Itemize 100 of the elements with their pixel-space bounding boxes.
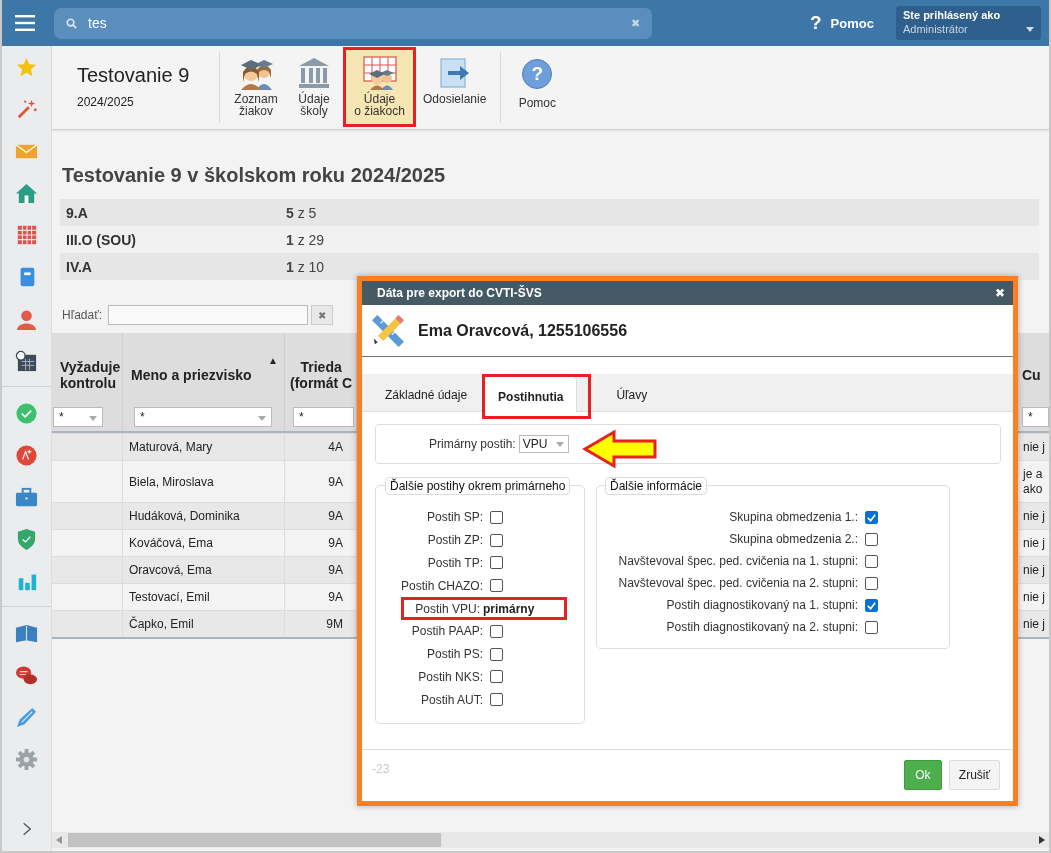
search-field[interactable] (108, 305, 308, 325)
table-cell: 9A (328, 536, 343, 551)
column-header[interactable]: Cu (1022, 367, 1041, 383)
briefcase-icon[interactable] (15, 485, 38, 509)
table-cell: 4A (328, 440, 343, 455)
magic-wand-icon[interactable] (15, 98, 38, 120)
checkbox[interactable] (490, 670, 503, 684)
table-cell: nie j (1023, 563, 1045, 578)
calendar-icon[interactable] (15, 349, 38, 373)
table-cell: je a ako (1023, 467, 1043, 497)
menu-icon[interactable] (15, 15, 35, 31)
filter-dropdown[interactable]: * (293, 407, 354, 427)
search-icon (66, 17, 77, 29)
chevron-icon[interactable] (21, 822, 32, 836)
field-label: Postih PS: (425, 647, 483, 662)
class-count: 1 z 10 (286, 258, 326, 275)
tab[interactable]: Úľavy (606, 377, 658, 408)
field-value: primárny (483, 601, 535, 616)
clear-button[interactable]: ✖ (311, 305, 333, 325)
table-cell: 9A (328, 509, 343, 524)
caret-icon (555, 441, 564, 447)
checkbox[interactable] (490, 556, 503, 570)
column-header[interactable]: Vyžaduje kontrolu (60, 359, 121, 391)
star-icon[interactable] (15, 55, 38, 79)
table-cell: nie j (1023, 590, 1045, 605)
field-label: Navštevoval špec. ped. cvičenia na 1. stupni: (617, 554, 858, 568)
sort-indicator[interactable]: ▲ (268, 355, 278, 366)
home-icon[interactable] (15, 181, 38, 205)
search-label: Hľadať: (62, 308, 104, 322)
class-name: 9.A (65, 204, 89, 221)
checkbox[interactable] (865, 532, 878, 546)
dialog-title: Dáta pre export do CVTI-ŠVS (377, 286, 542, 300)
arrow-right-icon[interactable] (1039, 836, 1045, 844)
help-icon: ? (522, 59, 553, 89)
section-heading: Testovanie 9 v školskom roku 2024/2025 (62, 163, 447, 187)
table-cell: nie j (1023, 509, 1045, 524)
grid-icon[interactable] (15, 224, 38, 246)
class-count: 5 z 5 (286, 204, 318, 221)
filter-dropdown[interactable]: * (134, 407, 272, 427)
checkbox[interactable] (490, 624, 503, 638)
field-label: Navštevoval špec. ped. cvičenia na 2. stupni: (617, 576, 858, 590)
column-header[interactable]: Meno a priezvisko (131, 367, 252, 383)
table-cell: 9M (326, 617, 343, 632)
dialog-heading: Ema Oravcová, 1255106556 (418, 321, 628, 340)
field-label: Postih VPU: (414, 601, 480, 616)
group-legend: Ďalšie postihy okrem primárneho (385, 477, 571, 495)
class-name: III.O (SOU) (65, 231, 137, 248)
close-button[interactable]: ✖ (995, 286, 1005, 300)
toolbar-button[interactable]: Údaje o žiakoch (346, 50, 413, 124)
table-cell: Maturová, Mary (129, 440, 213, 455)
table-cell: Hudáková, Dominika (129, 509, 240, 524)
table-cell: Oravcová, Ema (129, 563, 212, 578)
field-label: Primárny postih: (429, 437, 516, 451)
toolbar-button[interactable]: Údaje školy (288, 50, 340, 124)
checkbox[interactable] (865, 510, 878, 524)
field-label: Skupina obmedzenia 2.: (728, 532, 858, 546)
field-label: Postih diagnostikovaný na 1. stupni: (665, 598, 858, 612)
check-circle-icon[interactable] (15, 401, 38, 425)
column-header[interactable]: Trieda (formát C (290, 359, 353, 391)
table-cell: Čapko, Emil (129, 617, 194, 632)
checkbox[interactable] (490, 510, 503, 524)
dropdown[interactable]: VPU (518, 435, 569, 453)
checkbox[interactable] (490, 693, 503, 707)
table-cell: 9A (328, 474, 343, 490)
horizontal-scrollbar[interactable] (52, 832, 1049, 848)
checkbox[interactable] (490, 533, 503, 547)
caret-icon (258, 416, 266, 421)
plus-circle-icon[interactable] (15, 443, 38, 467)
shield-icon[interactable] (15, 527, 38, 551)
checkbox[interactable] (490, 579, 503, 593)
field-label: Postih SP: (425, 510, 483, 525)
field-label: Postih ZP: (426, 533, 483, 548)
user-menu[interactable]: Ste prihlásený ako Administrátor (895, 6, 1041, 40)
checkbox[interactable] (865, 554, 878, 568)
filter-dropdown[interactable]: * (1022, 407, 1049, 427)
filter-dropdown[interactable]: * (53, 407, 103, 427)
table-cell: Testovací, Emil (129, 590, 210, 605)
person-icon[interactable] (15, 307, 38, 331)
class-name: IV.A (65, 258, 93, 275)
cancel-button[interactable]: Zrušiť (948, 760, 1000, 790)
tab[interactable]: Postihnutia (485, 377, 577, 412)
checkbox[interactable] (865, 620, 878, 634)
tab[interactable]: Základné údaje (375, 377, 478, 408)
field-label: Skupina obmedzenia 1.: (728, 510, 858, 524)
checkbox[interactable] (865, 576, 878, 590)
help-button[interactable]: ? Pomoc (810, 12, 874, 34)
checkbox[interactable] (490, 647, 503, 661)
pen-icon[interactable] (15, 705, 38, 729)
group-legend: Ďalšie informácie (605, 477, 708, 495)
toolbar-button[interactable]: Zoznam žiakov (230, 50, 282, 124)
table-cell: 9A (328, 590, 343, 605)
table-cell: nie j (1023, 536, 1045, 551)
toolbar-button[interactable]: Odosielanie (419, 50, 491, 124)
toolbar-button[interactable]: ? Pomoc (511, 50, 564, 124)
class-count: 1 z 29 (286, 231, 326, 248)
field-label: Postih AUT: (419, 692, 483, 707)
chat-icon[interactable] (15, 663, 38, 687)
field-label: Postih CHAZO: (399, 578, 483, 593)
checkbox[interactable] (865, 598, 878, 612)
table-cell: Biela, Miroslava (129, 474, 214, 490)
